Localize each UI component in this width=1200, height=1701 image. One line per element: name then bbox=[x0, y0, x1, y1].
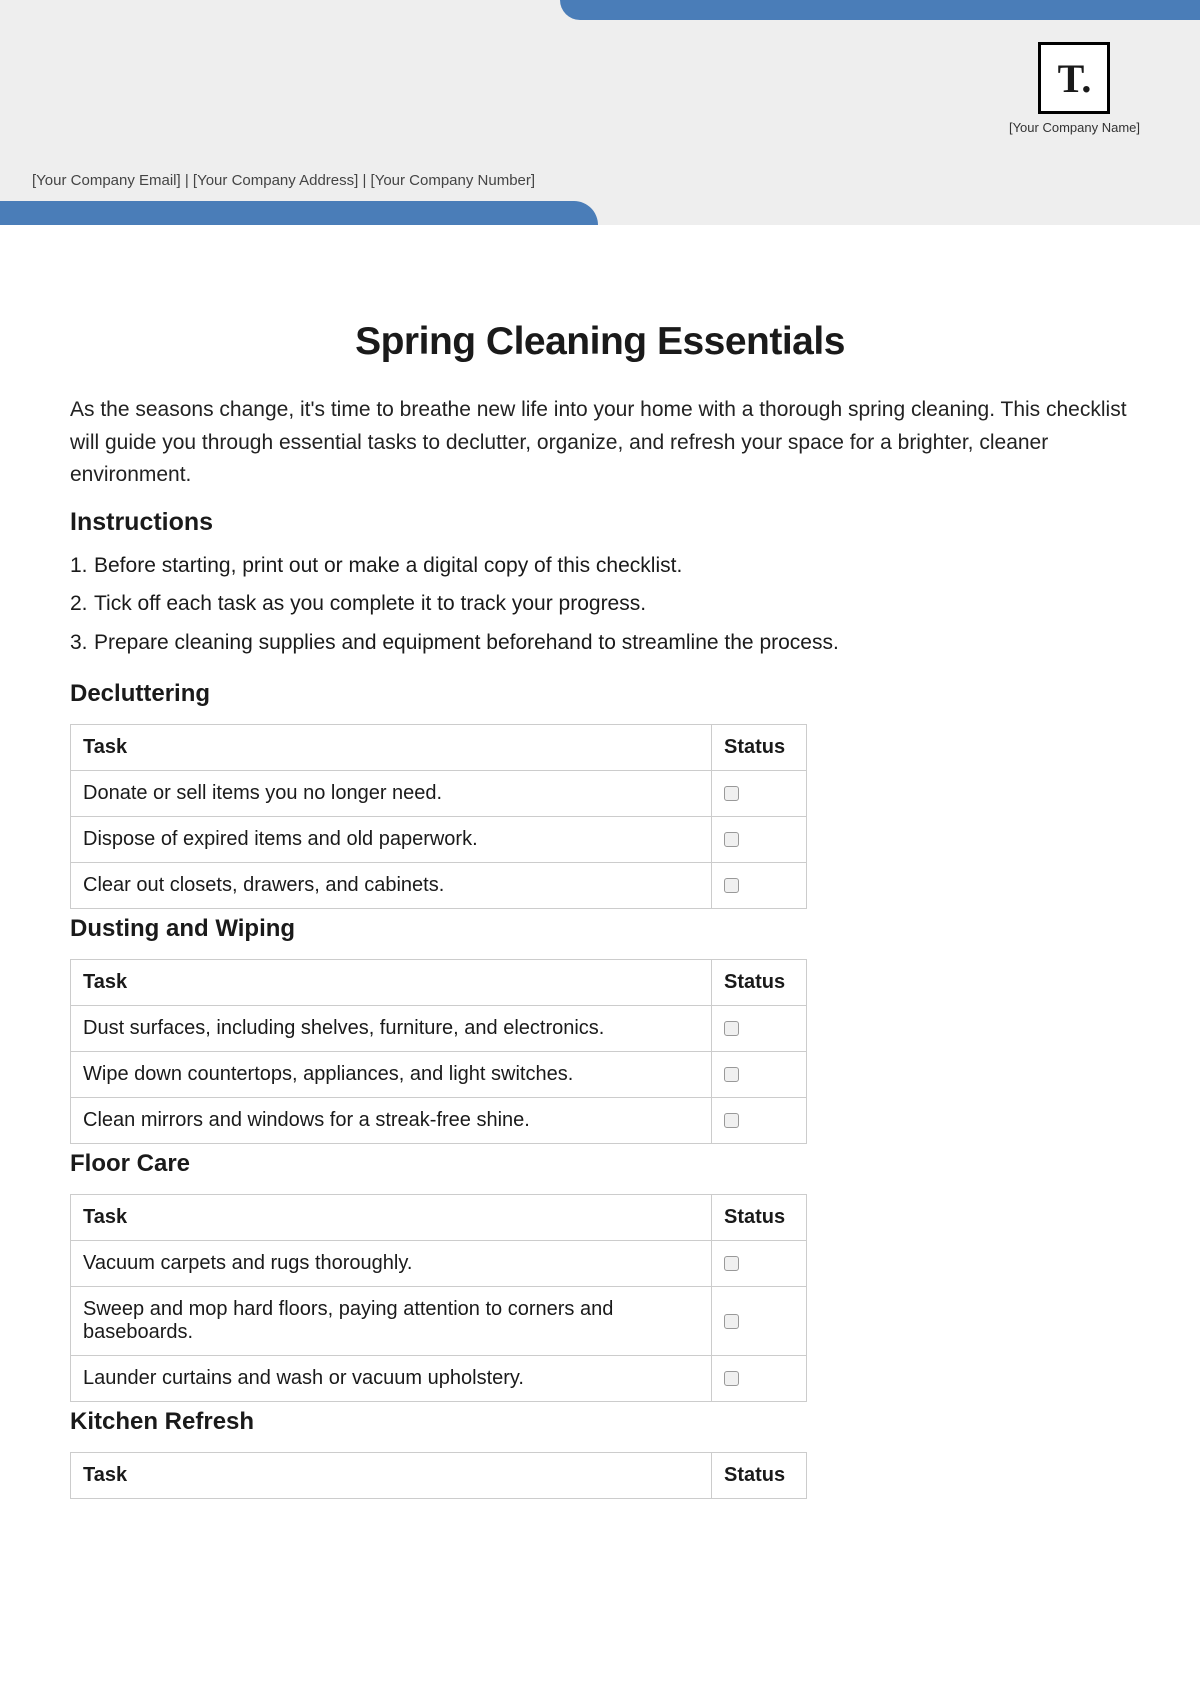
table-row: Donate or sell items you no longer need. bbox=[71, 770, 807, 816]
status-cell bbox=[712, 862, 807, 908]
contact-info-line: [Your Company Email] | [Your Company Add… bbox=[32, 172, 535, 189]
task-cell: Clean mirrors and windows for a streak-f… bbox=[71, 1097, 712, 1143]
task-cell: Vacuum carpets and rugs thoroughly. bbox=[71, 1240, 712, 1286]
company-number-placeholder: [Your Company Number] bbox=[371, 172, 536, 189]
table-row: Dispose of expired items and old paperwo… bbox=[71, 816, 807, 862]
table-row: Dust surfaces, including shelves, furnit… bbox=[71, 1005, 807, 1051]
instruction-item: 1.Before starting, print out or make a d… bbox=[70, 551, 1130, 581]
task-table: TaskStatusDust surfaces, including shelv… bbox=[70, 959, 807, 1144]
task-checkbox[interactable] bbox=[724, 1256, 739, 1271]
table-row: Vacuum carpets and rugs thoroughly. bbox=[71, 1240, 807, 1286]
column-header-task: Task bbox=[71, 1194, 712, 1240]
status-cell bbox=[712, 1097, 807, 1143]
logo-block: T. [Your Company Name] bbox=[1009, 42, 1140, 135]
task-cell: Wipe down countertops, appliances, and l… bbox=[71, 1051, 712, 1097]
section-heading: Kitchen Refresh bbox=[70, 1408, 1130, 1436]
instructions-list: 1.Before starting, print out or make a d… bbox=[70, 551, 1130, 658]
column-header-status: Status bbox=[712, 724, 807, 770]
task-table: TaskStatus bbox=[70, 1452, 807, 1499]
task-checkbox[interactable] bbox=[724, 786, 739, 801]
status-cell bbox=[712, 1005, 807, 1051]
task-cell: Clear out closets, drawers, and cabinets… bbox=[71, 862, 712, 908]
column-header-task: Task bbox=[71, 959, 712, 1005]
column-header-task: Task bbox=[71, 724, 712, 770]
task-checkbox[interactable] bbox=[724, 1314, 739, 1329]
instruction-item: 2.Tick off each task as you complete it … bbox=[70, 589, 1130, 619]
task-checkbox[interactable] bbox=[724, 1113, 739, 1128]
company-name-placeholder: [Your Company Name] bbox=[1009, 120, 1140, 135]
column-header-task: Task bbox=[71, 1452, 712, 1498]
task-checkbox[interactable] bbox=[724, 1371, 739, 1386]
company-address-placeholder: [Your Company Address] bbox=[193, 172, 358, 189]
instructions-heading: Instructions bbox=[70, 508, 1130, 537]
status-cell bbox=[712, 1286, 807, 1355]
status-cell bbox=[712, 1240, 807, 1286]
company-email-placeholder: [Your Company Email] bbox=[32, 172, 181, 189]
table-row: Launder curtains and wash or vacuum upho… bbox=[71, 1355, 807, 1401]
task-cell: Dust surfaces, including shelves, furnit… bbox=[71, 1005, 712, 1051]
decorative-bar-bottom bbox=[0, 201, 598, 225]
column-header-status: Status bbox=[712, 959, 807, 1005]
instruction-item: 3.Prepare cleaning supplies and equipmen… bbox=[70, 628, 1130, 658]
table-row: Sweep and mop hard floors, paying attent… bbox=[71, 1286, 807, 1355]
logo-icon: T. bbox=[1038, 42, 1110, 114]
decorative-bar-top bbox=[560, 0, 1200, 20]
status-cell bbox=[712, 1355, 807, 1401]
task-checkbox[interactable] bbox=[724, 1021, 739, 1036]
task-cell: Dispose of expired items and old paperwo… bbox=[71, 816, 712, 862]
task-cell: Sweep and mop hard floors, paying attent… bbox=[71, 1286, 712, 1355]
task-checkbox[interactable] bbox=[724, 878, 739, 893]
table-row: Clean mirrors and windows for a streak-f… bbox=[71, 1097, 807, 1143]
column-header-status: Status bbox=[712, 1194, 807, 1240]
table-row: Wipe down countertops, appliances, and l… bbox=[71, 1051, 807, 1097]
task-checkbox[interactable] bbox=[724, 1067, 739, 1082]
task-cell: Donate or sell items you no longer need. bbox=[71, 770, 712, 816]
status-cell bbox=[712, 770, 807, 816]
page-title: Spring Cleaning Essentials bbox=[70, 320, 1130, 364]
task-cell: Launder curtains and wash or vacuum upho… bbox=[71, 1355, 712, 1401]
section-heading: Dusting and Wiping bbox=[70, 915, 1130, 943]
table-row: Clear out closets, drawers, and cabinets… bbox=[71, 862, 807, 908]
status-cell bbox=[712, 1051, 807, 1097]
intro-paragraph: As the seasons change, it's time to brea… bbox=[70, 394, 1130, 492]
status-cell bbox=[712, 816, 807, 862]
section-heading: Floor Care bbox=[70, 1150, 1130, 1178]
section-heading: Decluttering bbox=[70, 680, 1130, 708]
letterhead-header: T. [Your Company Name] [Your Company Ema… bbox=[0, 0, 1200, 225]
task-table: TaskStatusVacuum carpets and rugs thorou… bbox=[70, 1194, 807, 1402]
task-checkbox[interactable] bbox=[724, 832, 739, 847]
task-table: TaskStatusDonate or sell items you no lo… bbox=[70, 724, 807, 909]
document-body: Spring Cleaning Essentials As the season… bbox=[0, 225, 1200, 1499]
column-header-status: Status bbox=[712, 1452, 807, 1498]
